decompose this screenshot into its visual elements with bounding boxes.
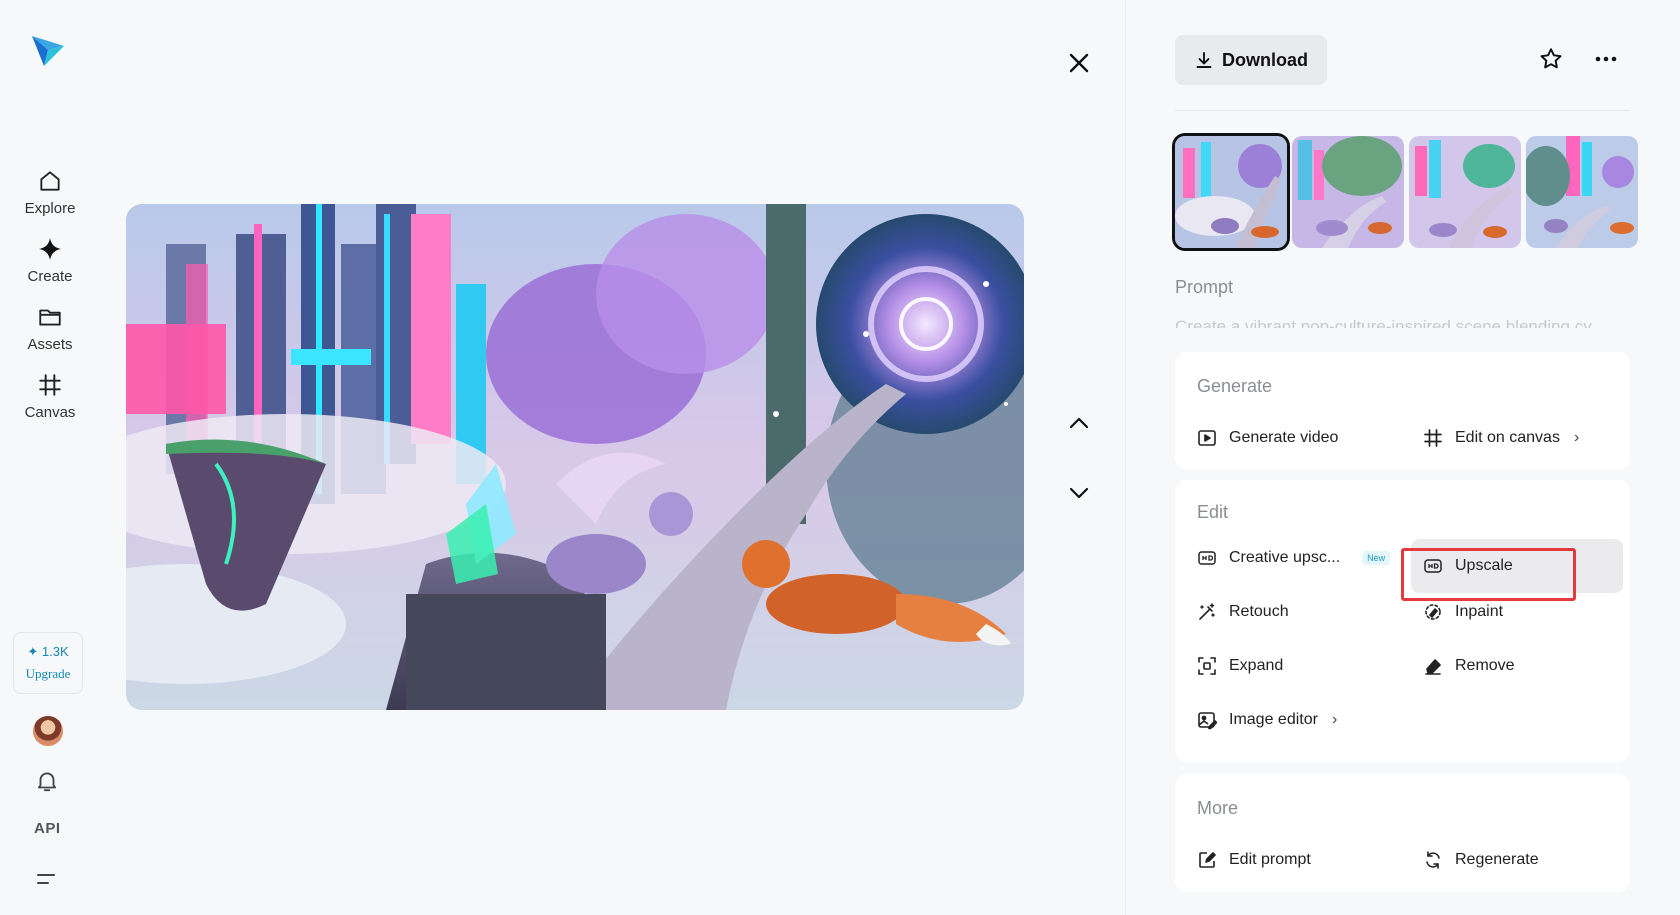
more-options-icon[interactable]	[1592, 46, 1620, 72]
download-label: Download	[1222, 49, 1308, 70]
edit-card: Edit Creative upsc... New Upscale Retouc…	[1175, 480, 1630, 762]
creative-upscale-label: Creative upsc...	[1229, 549, 1341, 566]
more-card: More Edit prompt Regenerate	[1175, 774, 1630, 892]
edit-prompt-label: Edit prompt	[1229, 851, 1311, 868]
edit-on-canvas-button[interactable]: Edit on canvas ›	[1423, 416, 1579, 460]
generate-video-button[interactable]: Generate video	[1197, 416, 1338, 460]
expand-label: Expand	[1229, 657, 1284, 674]
folder-icon	[39, 309, 61, 326]
credits-count: ✦ 1.3K	[27, 644, 69, 659]
refresh-icon	[1426, 851, 1440, 869]
more-section-title: More	[1197, 798, 1239, 818]
hd-plus-icon	[1198, 551, 1216, 565]
generate-section-title: Generate	[1197, 376, 1273, 396]
new-badge: New	[1362, 551, 1391, 565]
generate-card: Generate Generate video Edit on canvas ›	[1175, 352, 1630, 470]
hd-icon	[1424, 559, 1442, 573]
close-icon[interactable]	[1064, 48, 1094, 78]
thumbnail-3[interactable]	[1409, 136, 1521, 248]
prompt-label: Prompt	[1175, 277, 1234, 297]
creative-upscale-button[interactable]: Creative upsc... New	[1197, 536, 1391, 580]
expand-icon	[1198, 657, 1216, 675]
avatar[interactable]	[33, 716, 63, 746]
toolbar-divider	[1175, 110, 1630, 111]
edit-on-canvas-label: Edit on canvas	[1455, 429, 1560, 446]
edit-prompt-button[interactable]: Edit prompt	[1197, 838, 1311, 882]
inpaint-brush-icon	[1425, 604, 1441, 620]
thumbnail-4[interactable]	[1526, 136, 1638, 248]
chevron-right-icon: ›	[1573, 429, 1580, 446]
app-logo-icon[interactable]	[30, 32, 66, 68]
panel-divider	[1125, 0, 1126, 915]
generate-video-label: Generate video	[1229, 429, 1339, 446]
eraser-icon	[1425, 659, 1441, 675]
prompt-text[interactable]: Create a vibrant pop-culture-inspired sc…	[1175, 314, 1630, 328]
sidebar-item-label: Create	[27, 268, 73, 285]
video-play-icon	[1198, 430, 1216, 446]
expand-button[interactable]: Expand	[1197, 644, 1283, 688]
magic-wand-icon	[1199, 603, 1215, 620]
download-button[interactable]: Download	[1175, 35, 1327, 85]
remove-label: Remove	[1455, 657, 1515, 674]
retouch-label: Retouch	[1229, 603, 1289, 620]
upgrade-link[interactable]: Upgrade	[26, 666, 71, 682]
edit-section-title: Edit	[1197, 502, 1229, 522]
credits-upgrade-card[interactable]: ✦ 1.3K Upgrade	[13, 632, 83, 694]
image-editor-button[interactable]: Image editor ›	[1197, 698, 1337, 742]
star-icon[interactable]	[1538, 46, 1564, 72]
image-editor-label: Image editor	[1229, 711, 1318, 728]
remove-button[interactable]: Remove	[1423, 644, 1515, 688]
generated-image	[126, 204, 1024, 710]
home-icon	[40, 171, 60, 191]
upscale-label: Upscale	[1455, 557, 1513, 574]
upscale-button[interactable]: Upscale	[1411, 539, 1623, 593]
retouch-button[interactable]: Retouch	[1197, 590, 1289, 634]
sidebar-item-assets[interactable]: Assets	[10, 304, 90, 364]
sidebar-item-explore[interactable]: Explore	[10, 168, 90, 228]
image-edit-icon	[1198, 712, 1217, 730]
inpaint-button[interactable]: Inpaint	[1423, 590, 1503, 634]
sidebar-item-label: Explore	[24, 200, 76, 217]
download-icon	[1196, 52, 1212, 68]
chevron-up-icon[interactable]	[1064, 408, 1094, 438]
sparkle-icon	[39, 238, 61, 260]
regenerate-label: Regenerate	[1455, 851, 1539, 868]
chevron-down-icon[interactable]	[1064, 478, 1094, 508]
left-sidebar: Explore Create Assets Canvas ✦ 1.3K Upgr…	[0, 0, 100, 915]
sidebar-item-canvas[interactable]: Canvas	[10, 372, 90, 432]
regenerate-button[interactable]: Regenerate	[1423, 838, 1539, 882]
chevron-right-icon: ›	[1331, 711, 1338, 728]
api-link[interactable]: API	[34, 820, 61, 837]
canvas-icon	[39, 374, 61, 396]
inpaint-label: Inpaint	[1455, 603, 1504, 620]
thumbnail-1[interactable]	[1175, 136, 1287, 248]
sidebar-item-create[interactable]: Create	[10, 236, 90, 296]
sidebar-item-label: Assets	[27, 336, 73, 353]
edit-prompt-icon	[1199, 852, 1216, 868]
menu-icon[interactable]	[36, 868, 58, 890]
sidebar-item-label: Canvas	[24, 404, 76, 421]
thumbnail-2[interactable]	[1292, 136, 1404, 248]
bell-icon[interactable]	[34, 768, 60, 794]
canvas-icon	[1424, 429, 1442, 447]
